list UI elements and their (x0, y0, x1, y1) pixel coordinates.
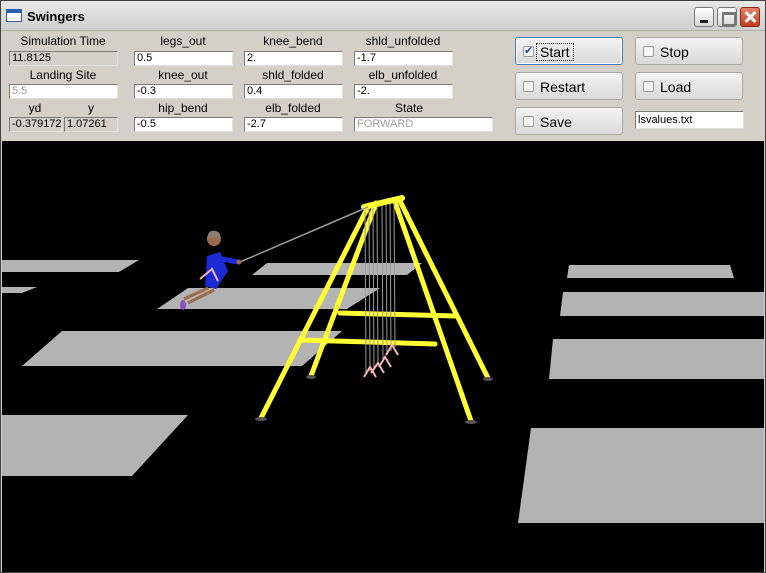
yd-label: yd (28, 101, 42, 115)
hip-bend-label: hip_bend (158, 101, 208, 115)
swing-seat (378, 355, 392, 368)
elb-folded-label: elb_folded (265, 101, 321, 115)
frame-foot (306, 375, 316, 379)
frame-foot (465, 420, 477, 424)
start-checkbox-icon (523, 44, 534, 57)
empty-seats (363, 343, 399, 378)
figure-shoe (180, 300, 186, 310)
shld-folded-label: shld_folded (262, 68, 324, 82)
state-label: State (394, 101, 424, 115)
app-window: Swingers Simulation Time 11.8125 Landing… (0, 0, 766, 573)
figure-hand (236, 259, 242, 265)
scene-canvas (2, 195, 764, 523)
control-panel: Simulation Time 11.8125 Landing Site 5.5… (2, 32, 764, 141)
restart-checkbox-icon (523, 81, 534, 92)
occupied-swing-rope (239, 206, 369, 263)
save-checkbox-icon (523, 116, 534, 127)
swing-rope (381, 205, 384, 362)
frame-crossbar (337, 310, 459, 319)
simulation-time-field[interactable]: 11.8125 (9, 51, 118, 66)
ground-patch (2, 287, 37, 293)
swing-rope (393, 202, 396, 348)
ground-patch (518, 428, 764, 523)
ground-patch (549, 339, 764, 379)
swing-rope (368, 208, 371, 372)
start-button-label: Start (536, 43, 574, 61)
maximize-button[interactable] (717, 7, 737, 27)
elb-folded-field[interactable]: -2.7 (244, 117, 343, 132)
save-button-label: Save (540, 114, 572, 130)
y-field[interactable]: 1.07261 (64, 117, 118, 132)
state-field[interactable]: FORWARD (354, 117, 493, 132)
load-button[interactable]: Load (635, 72, 743, 100)
elb-unfolded-field[interactable]: -2. (354, 84, 453, 99)
swing-frame (258, 195, 491, 424)
shld-unfolded-field[interactable]: -1.7 (354, 51, 453, 66)
load-button-label: Load (660, 79, 692, 95)
swing-seat (370, 361, 385, 374)
frame-leg (392, 199, 474, 424)
ground-patch (567, 265, 734, 278)
frame-foot (255, 417, 267, 421)
start-button[interactable]: Start (515, 37, 623, 65)
simulation-viewport[interactable] (2, 141, 764, 572)
legs-out-field[interactable]: 0.5 (134, 51, 233, 66)
load-checkbox-icon (643, 81, 654, 92)
elb-unfolded-label: elb_unfolded (368, 68, 438, 82)
ground-patch (157, 288, 380, 309)
y-label: y (88, 101, 94, 115)
stop-checkbox-icon (643, 46, 654, 57)
filename-input[interactable]: lsvalues.txt (635, 111, 744, 129)
minimize-button[interactable] (694, 7, 714, 27)
ground-patch (2, 415, 188, 476)
hip-bend-field[interactable]: -0.5 (134, 117, 233, 132)
ground-patch (2, 260, 139, 272)
knee-out-field[interactable]: -0.3 (134, 84, 233, 99)
knee-out-label: knee_out (158, 68, 208, 82)
window-icon (6, 9, 22, 22)
stop-button[interactable]: Stop (635, 37, 743, 65)
restart-button-label: Restart (540, 79, 586, 95)
shld-unfolded-label: shld_unfolded (365, 34, 441, 48)
restart-button[interactable]: Restart (515, 72, 623, 100)
shld-folded-field[interactable]: 0.4 (244, 84, 343, 99)
knee-bend-label: knee_bend (263, 34, 323, 48)
swing-rope (389, 203, 392, 352)
save-button[interactable]: Save (515, 107, 623, 135)
landing-site-label: Landing Site (29, 68, 97, 82)
title-bar[interactable]: Swingers (1, 1, 765, 31)
simulation-time-label: Simulation Time (20, 34, 106, 48)
ground-patch (560, 292, 764, 316)
swing-seat (385, 343, 399, 356)
legs-out-label: legs_out (160, 34, 206, 48)
window-title: Swingers (27, 9, 85, 24)
stop-button-label: Stop (660, 44, 689, 60)
yd-field[interactable]: -0.379172 (9, 117, 62, 132)
frame-foot (483, 377, 493, 381)
swing-rope (385, 204, 388, 356)
close-button[interactable] (740, 7, 760, 27)
knee-bend-field[interactable]: 2. (244, 51, 343, 66)
frame-leg (397, 198, 491, 381)
landing-site-field[interactable]: 5.5 (9, 84, 118, 99)
